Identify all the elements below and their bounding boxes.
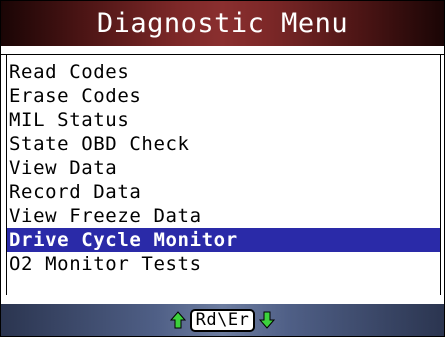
menu-item-erase-codes[interactable]: Erase Codes	[7, 84, 440, 108]
menu-item-view-data[interactable]: View Data	[7, 156, 440, 180]
menu-item-state-obd-check[interactable]: State OBD Check	[7, 132, 440, 156]
down-arrow-icon[interactable]	[259, 311, 276, 329]
menu-frame: Read Codes Erase Codes MIL Status State …	[1, 54, 444, 295]
page-title: Diagnostic Menu	[96, 8, 349, 39]
menu-item-mil-status[interactable]: MIL Status	[7, 108, 440, 132]
menu-item-read-codes[interactable]: Read Codes	[7, 60, 440, 84]
menu-item-o2-monitor-tests[interactable]: O2 Monitor Tests	[7, 252, 440, 276]
footer-bar: Rd\Er	[1, 304, 444, 336]
title-bar: Diagnostic Menu	[1, 1, 444, 46]
menu-item-view-freeze-data[interactable]: View Freeze Data	[7, 204, 440, 228]
read-erase-key-badge[interactable]: Rd\Er	[189, 308, 256, 332]
up-arrow-icon[interactable]	[169, 311, 186, 329]
diagnostic-menu-list: Read Codes Erase Codes MIL Status State …	[6, 55, 441, 295]
menu-item-record-data[interactable]: Record Data	[7, 180, 440, 204]
scan-tool-screen: Diagnostic Menu Read Codes Erase Codes M…	[0, 0, 445, 337]
menu-item-drive-cycle-monitor[interactable]: Drive Cycle Monitor	[7, 228, 440, 252]
